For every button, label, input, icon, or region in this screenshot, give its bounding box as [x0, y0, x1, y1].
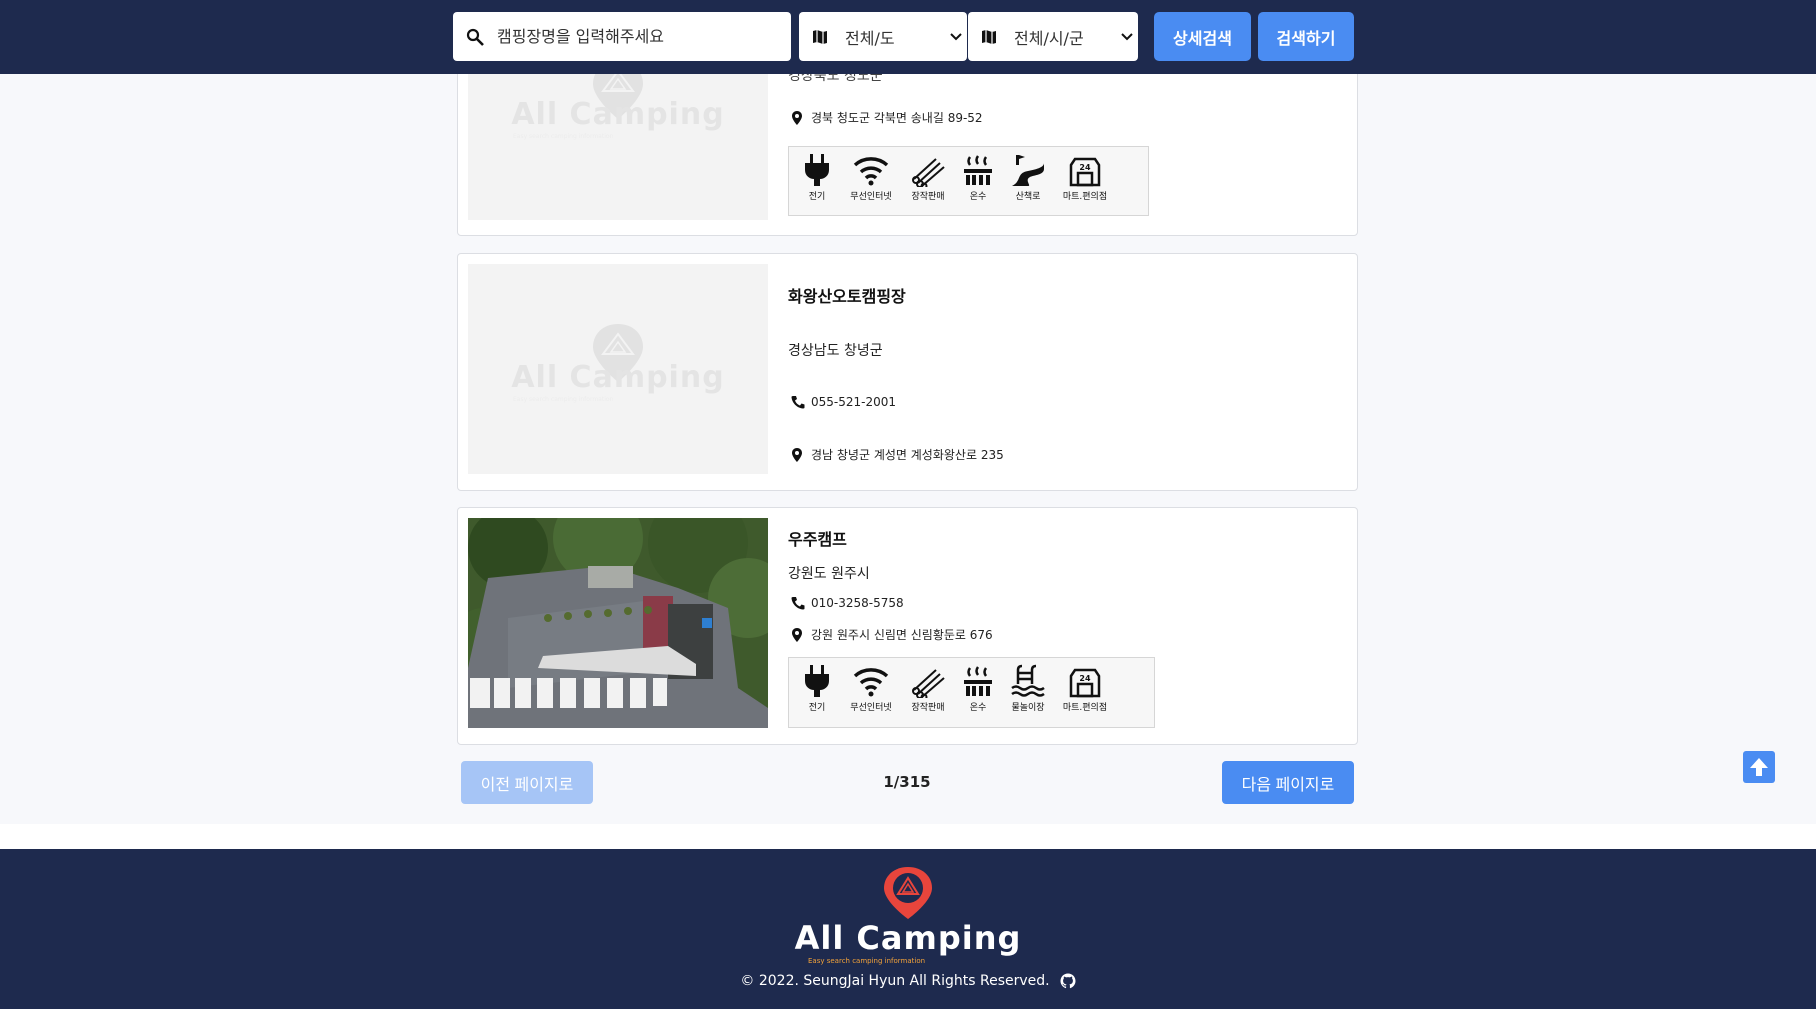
logo-pin-icon: [884, 867, 932, 919]
amenity-hotwater: 온수: [957, 153, 999, 215]
map-icon: [974, 29, 1004, 45]
prev-page-button[interactable]: 이전 페이지로: [461, 761, 593, 804]
placeholder-brand: All Camping: [511, 97, 725, 132]
amenity-store: 24 마트.편의점: [1057, 664, 1113, 727]
svg-text:24: 24: [1079, 674, 1091, 683]
footer-copyright: © 2022. SeungJai Hyun All Rights Reserve…: [0, 973, 1816, 989]
github-icon[interactable]: [1060, 973, 1076, 989]
copyright-text: © 2022. SeungJai Hyun All Rights Reserve…: [740, 973, 1050, 989]
hot-water-icon: [964, 155, 992, 185]
campsite-name[interactable]: 우주캠프: [788, 526, 847, 550]
arrow-up-icon: [1750, 758, 1768, 776]
campsite-card[interactable]: All Camping Easy search camping informat…: [457, 253, 1358, 491]
top-navbar: 전체/도 전체/시/군 상세검색 검색하기: [0, 0, 1816, 74]
trail-icon: [1012, 155, 1044, 186]
address-text: 경남 창녕군 계성면 계성화왕산로 235: [811, 448, 1004, 462]
wifi-icon: [853, 157, 889, 186]
store-24-icon: 24: [1069, 157, 1101, 187]
footer-tagline: Easy search camping information: [808, 957, 926, 965]
page-indicator: 1/315: [883, 773, 931, 791]
amenity-waterplay: 물놀이장: [1003, 664, 1053, 727]
province-select-value: 전체/도: [845, 28, 895, 48]
amenity-store: 24 마트.편의점: [1057, 153, 1113, 215]
campsite-address: 경남 창녕군 계성면 계성화왕산로 235: [791, 446, 1004, 463]
amenity-electric: 전기: [795, 664, 839, 727]
footer: All Camping Easy search camping informat…: [0, 849, 1816, 1009]
campsite-name[interactable]: 화왕산오토캠핑장: [788, 283, 906, 307]
placeholder-tagline: Easy search camping information: [513, 133, 614, 140]
amenity-hotwater: 온수: [957, 664, 999, 727]
campsite-region: 경상남도 창녕군: [788, 343, 883, 359]
province-select[interactable]: 전체/도: [799, 12, 967, 61]
scroll-to-top-button[interactable]: [1743, 751, 1775, 783]
wifi-icon: [853, 668, 889, 697]
city-select-value: 전체/시/군: [1014, 28, 1084, 48]
campsite-aerial-photo: [468, 518, 768, 728]
address-text: 경북 청도군 각북면 송내길 89-52: [811, 111, 983, 125]
svg-text:24: 24: [1079, 163, 1091, 172]
campsite-card[interactable]: 우주캠프 강원도 원주시 010-3258-5758 강원 원주시 신림면 신림…: [457, 507, 1358, 745]
campsite-region: 강원도 원주시: [788, 566, 870, 582]
page-gap: [0, 824, 1816, 849]
campsite-photo[interactable]: [468, 518, 768, 728]
campsite-address: 경북 청도군 각북면 송내길 89-52: [791, 109, 983, 126]
amenity-wifi: 무선인터넷: [843, 664, 899, 727]
location-pin-icon: [791, 110, 811, 125]
campsite-thumbnail[interactable]: All Camping Easy search camping informat…: [468, 264, 768, 474]
phone-icon: [791, 395, 811, 409]
placeholder-image: All Camping Easy search camping informat…: [468, 264, 768, 474]
location-pin-icon: [791, 447, 811, 462]
city-select[interactable]: 전체/시/군: [968, 12, 1138, 61]
swimming-pool-icon: [1011, 664, 1045, 697]
campsite-phone: 010-3258-5758: [791, 596, 904, 610]
map-icon: [805, 29, 835, 45]
chevron-down-icon: [945, 32, 967, 41]
footer-brand: All Camping: [794, 919, 1022, 957]
next-page-button[interactable]: 다음 페이지로: [1222, 761, 1354, 804]
plug-icon: [805, 154, 829, 186]
campsite-address: 강원 원주시 신림면 신림황둔로 676: [791, 626, 993, 643]
campsite-phone: 055-521-2001: [791, 395, 896, 409]
placeholder-tagline: Easy search camping information: [513, 396, 614, 403]
phone-text: 010-3258-5758: [811, 596, 904, 610]
amenity-wifi: 무선인터넷: [843, 153, 899, 215]
chevron-down-icon: [1116, 32, 1138, 41]
amenities-box: 전기 무선인터넷 장작판매 온수 물놀이장 24 마트.편의점: [788, 657, 1155, 728]
placeholder-brand: All Camping: [511, 360, 725, 395]
amenity-firewood: 장작판매: [903, 664, 953, 727]
store-24-icon: 24: [1069, 668, 1101, 698]
search-button[interactable]: 검색하기: [1258, 12, 1354, 61]
phone-icon: [791, 596, 811, 610]
plug-icon: [805, 665, 829, 697]
address-text: 강원 원주시 신림면 신림황둔로 676: [811, 628, 993, 642]
search-box[interactable]: [453, 12, 791, 61]
detail-search-button[interactable]: 상세검색: [1154, 12, 1251, 61]
search-input[interactable]: [497, 27, 777, 46]
amenity-electric: 전기: [795, 153, 839, 215]
amenity-trail: 산책로: [1003, 153, 1053, 215]
phone-text: 055-521-2001: [811, 395, 897, 409]
amenity-firewood: 장작판매: [903, 153, 953, 215]
amenities-box: 전기 무선인터넷 장작판매 온수 산책로 24 마트.편의점: [788, 146, 1149, 216]
hot-water-icon: [964, 666, 992, 696]
firewood-icon: [912, 158, 945, 187]
location-pin-icon: [791, 627, 811, 642]
firewood-icon: [912, 669, 945, 698]
search-icon: [453, 12, 497, 61]
